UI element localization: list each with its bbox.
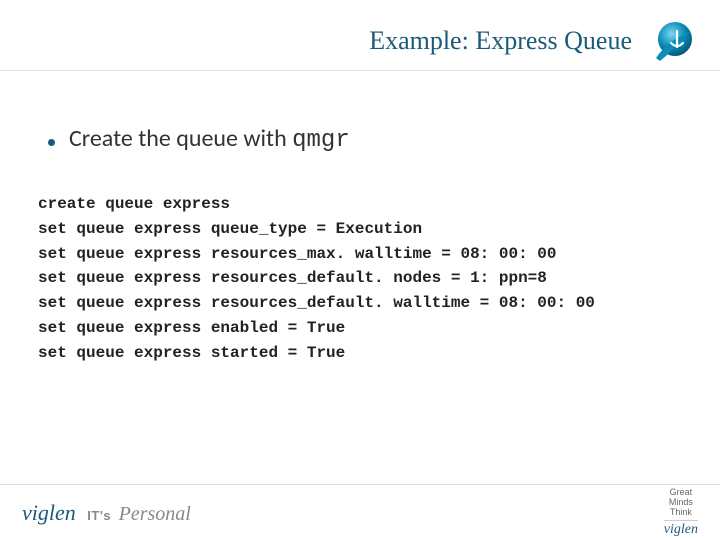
bullet-item: Create the queue with qmgr [48, 124, 660, 154]
code-line: set queue express resources_default. wal… [38, 294, 595, 312]
code-line: set queue express enabled = True [38, 319, 345, 337]
tagline-line: Think [670, 508, 692, 518]
code-line: set queue express queue_type = Execution [38, 220, 422, 238]
bullet-code: qmgr [292, 127, 350, 154]
bullet-dot-icon [48, 139, 55, 146]
code-line: set queue express started = True [38, 344, 345, 362]
slide: Example: Express Queue Create th [0, 0, 720, 540]
code-line: set queue express resources_default. nod… [38, 269, 547, 287]
bullet-text: Create the queue with qmgr [69, 124, 660, 154]
header: Example: Express Queue [0, 18, 720, 64]
slide-title: Example: Express Queue [369, 26, 632, 56]
code-block: create queue express set queue express q… [38, 192, 660, 366]
bullet-list: Create the queue with qmgr [48, 124, 660, 154]
header-divider [0, 70, 720, 71]
code-line: set queue express resources_max. walltim… [38, 245, 556, 263]
footer-tagline: Great Minds Think viglen [664, 488, 698, 537]
footer: viglen IT's Personal Great Minds Think v… [0, 484, 720, 540]
brand-swoosh-icon [650, 18, 696, 64]
footer-brand: viglen IT's Personal [22, 500, 191, 526]
footer-personal: Personal [119, 503, 191, 525]
footer-its: IT's [87, 508, 111, 523]
bullet-prefix: Create the queue with [69, 124, 292, 153]
brand-small: viglen [664, 520, 698, 537]
brand-wordmark: viglen [22, 500, 76, 525]
code-line: create queue express [38, 195, 230, 213]
